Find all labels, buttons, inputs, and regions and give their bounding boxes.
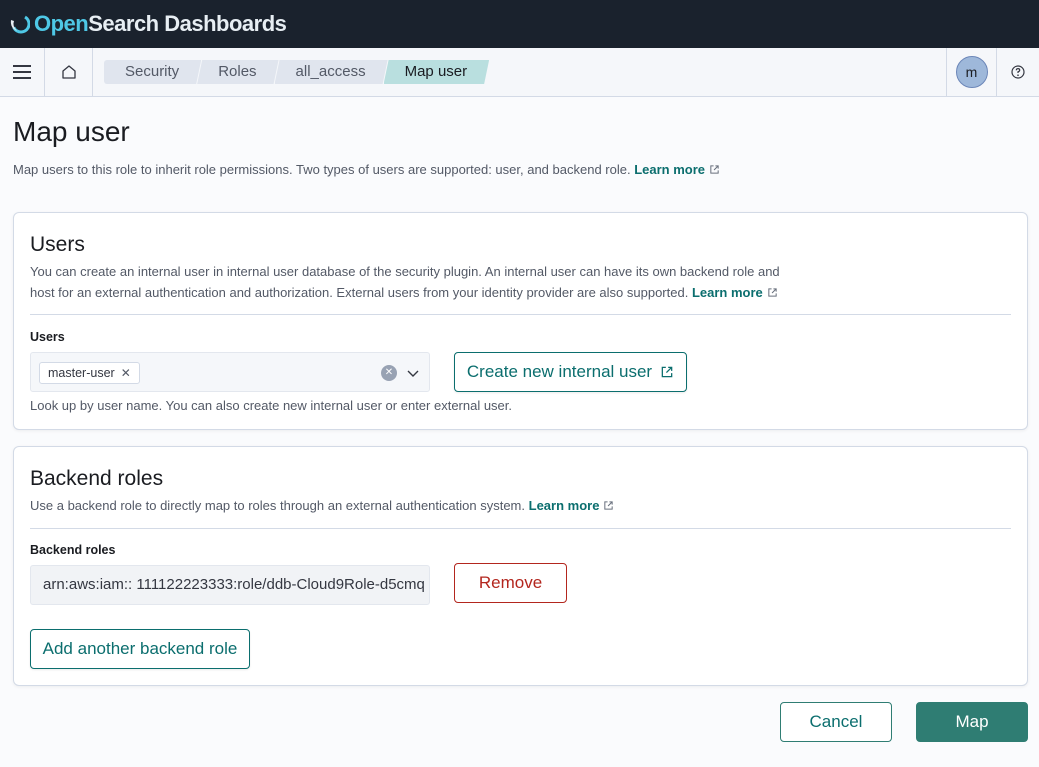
breadcrumb-security[interactable]: Security xyxy=(104,60,201,84)
home-icon xyxy=(61,65,76,79)
help-icon xyxy=(1011,65,1025,79)
menu-button[interactable] xyxy=(0,48,45,96)
page-description: Map users to this role to inherit role p… xyxy=(13,162,720,177)
opensearch-logo-icon xyxy=(10,14,30,34)
add-backend-role-button[interactable]: Add another backend role xyxy=(30,629,250,669)
divider xyxy=(30,528,1011,529)
user-chip-label: master-user xyxy=(48,366,115,380)
users-panel-title: Users xyxy=(30,233,85,256)
create-internal-user-button[interactable]: Create new internal user xyxy=(454,352,687,392)
page-description-text: Map users to this role to inherit role p… xyxy=(13,162,631,177)
remove-chip-icon[interactable]: ✕ xyxy=(121,363,131,383)
users-field-label: Users xyxy=(30,330,65,344)
external-link-icon xyxy=(768,288,777,297)
backend-role-input[interactable]: arn:aws:iam:: 111122223333:role/ddb-Clou… xyxy=(30,565,430,605)
map-button[interactable]: Map xyxy=(916,702,1028,742)
page-title: Map user xyxy=(13,116,130,147)
external-link-icon xyxy=(710,165,719,174)
opensearch-logo[interactable]: OpenSearch Dashboards xyxy=(8,11,287,37)
breadcrumb-map-user: Map user xyxy=(384,60,490,84)
add-backend-role-label: Add another backend role xyxy=(42,639,238,658)
avatar: m xyxy=(955,56,988,88)
breadcrumb-roles[interactable]: Roles xyxy=(197,60,278,84)
cancel-label: Cancel xyxy=(809,712,863,731)
backend-roles-panel: Backend roles Use a backend role to dire… xyxy=(13,446,1028,686)
backend-roles-description: Use a backend role to directly map to ro… xyxy=(30,495,790,516)
external-link-icon xyxy=(661,366,673,378)
backend-learn-more-link[interactable]: Learn more xyxy=(529,498,615,513)
users-panel-description: You can create an internal user in inter… xyxy=(30,261,790,303)
users-learn-more-link[interactable]: Learn more xyxy=(692,285,778,300)
user-menu-button[interactable]: m xyxy=(946,48,997,96)
cancel-button[interactable]: Cancel xyxy=(780,702,892,742)
help-button[interactable] xyxy=(997,48,1039,96)
users-combobox[interactable]: master-user ✕ ✕ xyxy=(30,352,430,392)
backend-roles-field-label: Backend roles xyxy=(30,543,116,557)
user-chip: master-user ✕ xyxy=(39,362,140,384)
logo-text: OpenSearch Dashboards xyxy=(34,11,287,36)
chevron-down-icon[interactable] xyxy=(405,365,421,381)
users-panel: Users You can create an internal user in… xyxy=(13,212,1028,430)
create-internal-user-label: Create new internal user xyxy=(466,362,653,381)
page-learn-more-link[interactable]: Learn more xyxy=(634,162,720,177)
hamburger-icon xyxy=(13,65,31,79)
breadcrumb: Security Roles all_access Map user xyxy=(104,60,485,84)
users-description-line2: host for an external authentication and … xyxy=(30,282,790,303)
breadcrumb-bar: Security Roles all_access Map user m xyxy=(0,48,1039,97)
divider xyxy=(30,314,1011,315)
users-description-line1: You can create an internal user in inter… xyxy=(30,264,780,279)
users-help-text: Look up by user name. You can also creat… xyxy=(30,398,513,413)
clear-icon[interactable]: ✕ xyxy=(381,365,397,381)
home-button[interactable] xyxy=(45,48,93,96)
external-link-icon xyxy=(604,501,614,510)
backend-roles-title: Backend roles xyxy=(30,467,164,490)
top-header: OpenSearch Dashboards xyxy=(0,0,1039,48)
remove-backend-role-button[interactable]: Remove xyxy=(454,563,567,603)
breadcrumb-all-access[interactable]: all_access xyxy=(275,60,388,84)
